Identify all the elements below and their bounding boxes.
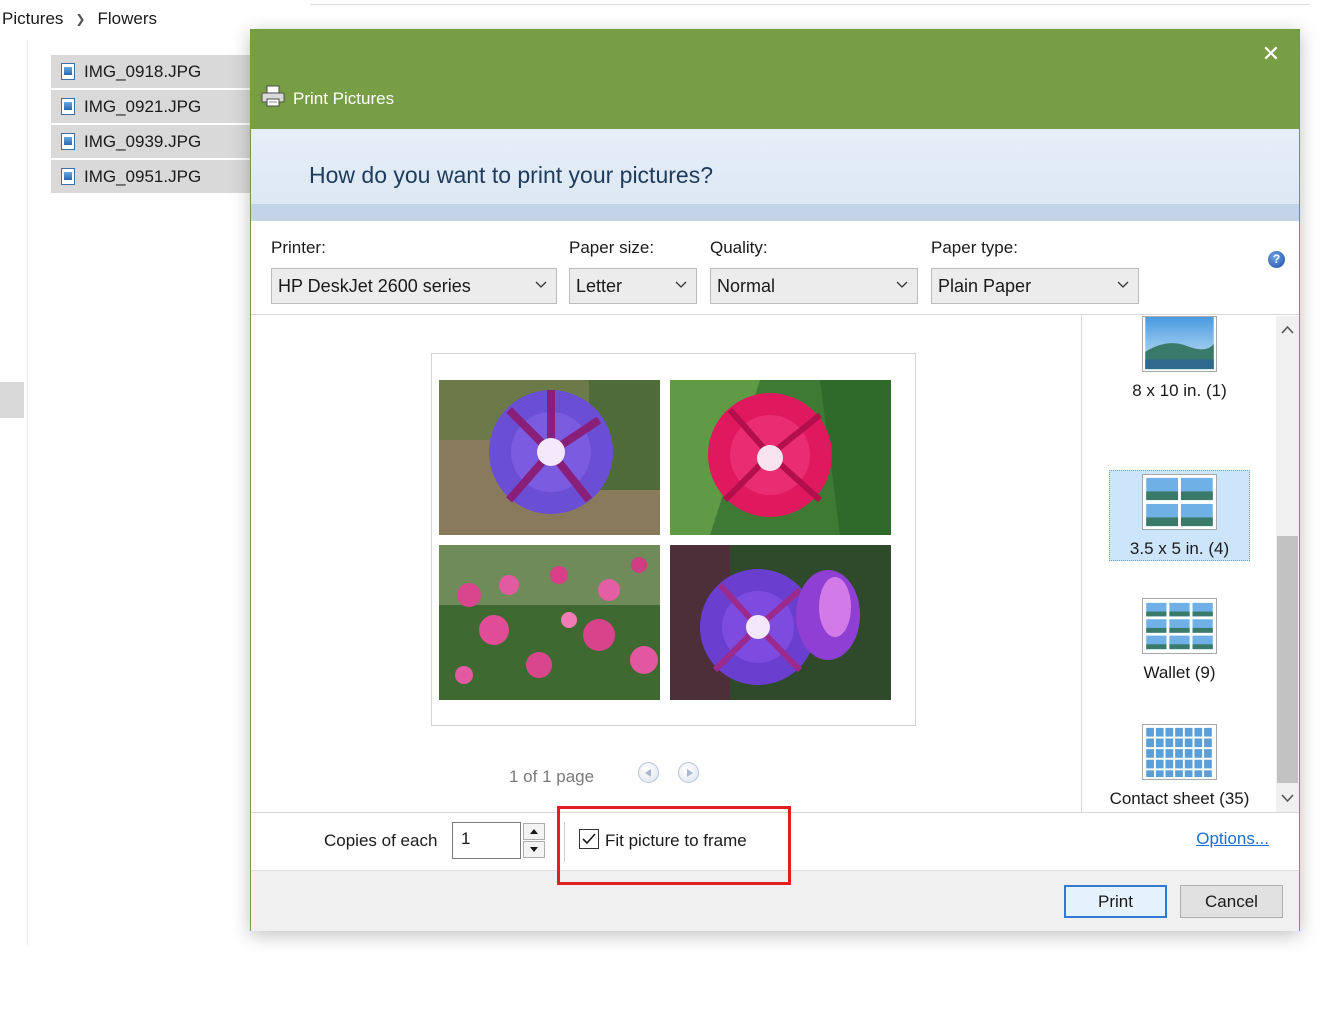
file-item[interactable]: IMG_0939.JPG [51, 125, 251, 158]
image-file-icon [61, 98, 75, 115]
checkmark-icon [582, 833, 596, 845]
printer-label: Printer: [271, 238, 326, 257]
chevron-down-icon [896, 281, 908, 288]
print-pictures-dialog: ✕ Print Pictures How do you want to prin… [250, 29, 1300, 931]
preview-photo [670, 380, 891, 535]
divider [564, 822, 565, 862]
layout-list: 8 x 10 in. (1) 3.5 x 5 in. (4) Wallet (9… [1081, 316, 1299, 812]
help-icon[interactable]: ? [1268, 251, 1285, 268]
paper-type-dropdown[interactable]: Plain Paper [931, 268, 1139, 304]
fit-picture-label[interactable]: Fit picture to frame [605, 831, 747, 851]
print-preview-area: 1 of 1 page [251, 316, 1081, 812]
preview-photo [439, 380, 660, 535]
layout-label: 8 x 10 in. (1) [1132, 381, 1227, 400]
navigation-pane-selected-item[interactable] [0, 382, 24, 418]
breadcrumb-flowers[interactable]: Flowers [97, 9, 157, 29]
layout-label: Wallet (9) [1143, 663, 1216, 682]
print-button[interactable]: Print [1064, 885, 1167, 918]
file-item[interactable]: IMG_0951.JPG [51, 160, 251, 193]
file-list: IMG_0918.JPG IMG_0921.JPG IMG_0939.JPG I… [51, 55, 251, 195]
dialog-titlebar: ✕ Print Pictures [251, 30, 1299, 129]
preview-page [431, 353, 916, 726]
preview-photo [439, 545, 660, 700]
preview-photo [670, 545, 891, 700]
paper-type-label: Paper type: [931, 238, 1018, 257]
quality-dropdown[interactable]: Normal [710, 268, 918, 304]
layout-label: 3.5 x 5 in. (4) [1129, 539, 1230, 558]
file-item[interactable]: IMG_0921.JPG [51, 90, 251, 123]
page-info: 1 of 1 page [509, 767, 595, 786]
scrollbar-thumb[interactable] [1277, 536, 1298, 783]
navigation-pane-divider [27, 40, 28, 945]
previous-page-icon[interactable] [638, 762, 659, 783]
copies-decrement-button[interactable] [523, 841, 545, 858]
printer-icon [261, 85, 285, 107]
options-link[interactable]: Options... [1196, 829, 1269, 849]
paper-size-label: Paper size: [569, 238, 655, 257]
paper-type-value: Plain Paper [938, 275, 1032, 296]
layout-3.5x5[interactable]: 3.5 x 5 in. (4) [1109, 470, 1250, 561]
paper-size-dropdown[interactable]: Letter [569, 268, 697, 304]
chevron-down-icon [535, 281, 547, 288]
image-file-icon [61, 168, 75, 185]
chevron-right-icon: ❯ [75, 12, 86, 26]
image-file-icon [61, 63, 75, 80]
chevron-down-icon [1117, 281, 1129, 288]
chevron-down-icon[interactable] [1276, 788, 1299, 808]
quality-label: Quality: [710, 238, 768, 257]
copies-label: Copies of each [324, 831, 438, 850]
file-name: IMG_0939.JPG [84, 131, 202, 151]
image-file-icon [61, 133, 75, 150]
file-name: IMG_0918.JPG [84, 61, 202, 81]
chevron-down-icon [675, 281, 687, 288]
layout-contact-sheet[interactable]: Contact sheet (35) [1109, 724, 1250, 811]
layout-3.5x5-thumbnail [1142, 474, 1217, 530]
copies-increment-button[interactable] [523, 823, 545, 840]
printer-value: HP DeskJet 2600 series [278, 275, 471, 296]
layout-wallet-thumbnail [1142, 598, 1217, 654]
breadcrumb-pictures[interactable]: Pictures [2, 9, 63, 29]
header-stripe [251, 204, 1299, 221]
layout-scrollbar[interactable] [1276, 316, 1299, 812]
fit-picture-checkbox[interactable] [579, 829, 599, 849]
file-name: IMG_0921.JPG [84, 96, 202, 116]
next-page-icon[interactable] [678, 762, 699, 783]
print-settings-bar: Copies of each 1 Fit picture to frame Op… [251, 812, 1299, 870]
file-item[interactable]: IMG_0918.JPG [51, 55, 251, 88]
chevron-up-icon[interactable] [1276, 320, 1299, 340]
layout-wallet[interactable]: Wallet (9) [1109, 598, 1250, 685]
paper-size-value: Letter [576, 275, 623, 296]
close-icon[interactable]: ✕ [1257, 40, 1285, 68]
copies-input[interactable]: 1 [452, 822, 521, 859]
dialog-footer: Print Cancel [251, 870, 1299, 931]
cancel-button[interactable]: Cancel [1180, 885, 1283, 918]
layout-8x10-thumbnail [1142, 316, 1217, 372]
dialog-title: Print Pictures [293, 89, 395, 108]
printer-dropdown[interactable]: HP DeskJet 2600 series [271, 268, 557, 304]
file-name: IMG_0951.JPG [84, 166, 202, 186]
print-options-row: Printer: HP DeskJet 2600 series Paper si… [251, 221, 1299, 315]
layout-label: Contact sheet (35) [1109, 789, 1250, 808]
dialog-question: How do you want to print your pictures? [309, 162, 713, 188]
quality-value: Normal [717, 275, 776, 296]
toolbar-divider [310, 4, 1310, 5]
dialog-header: How do you want to print your pictures? [251, 129, 1299, 221]
layout-contact-sheet-thumbnail [1142, 724, 1217, 780]
layout-8x10[interactable]: 8 x 10 in. (1) [1109, 316, 1250, 403]
